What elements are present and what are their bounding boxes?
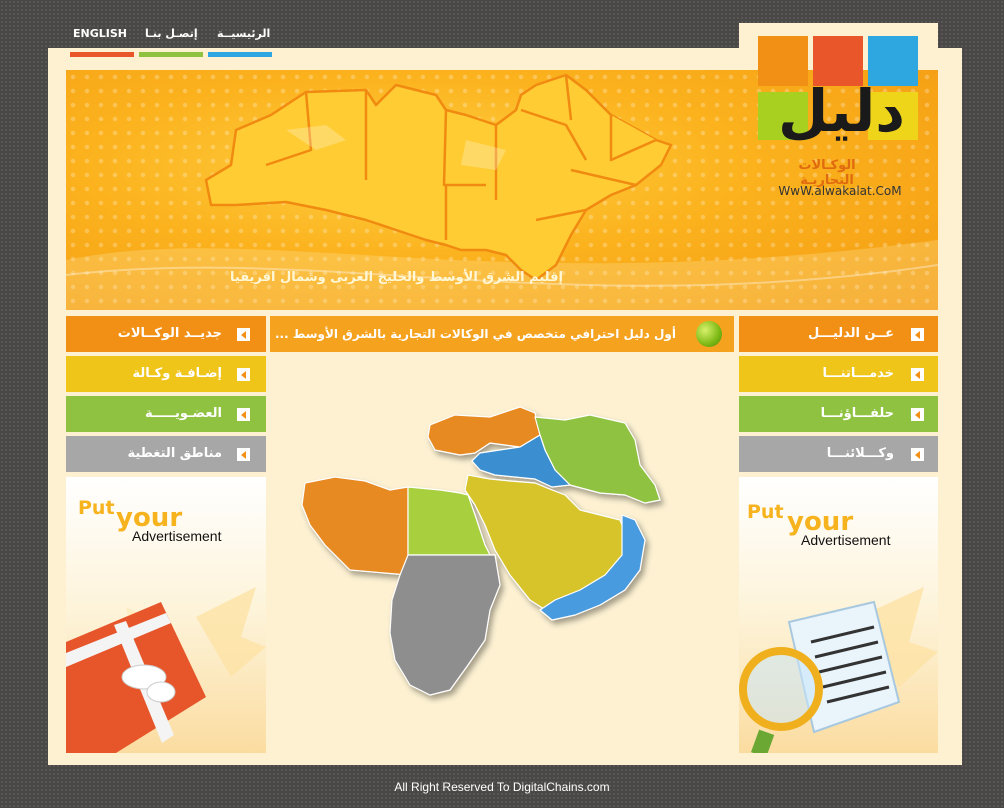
- menu-label: العضـويـــــة: [144, 406, 222, 421]
- arrow-left-icon: [237, 448, 250, 461]
- menu-allies-button[interactable]: حلفـــاؤنـــا: [739, 396, 938, 432]
- right-advertisement-box[interactable]: Put your Advertisement: [739, 477, 938, 753]
- footer-copyright: All Right Reserved To DigitalChains.com: [394, 780, 610, 794]
- menu-label: خدمـــاتنـــا: [822, 366, 894, 381]
- menu-add-agency-button[interactable]: إضـافـة وكـالة: [66, 356, 266, 392]
- menu-coverage-areas-button[interactable]: مناطق التغطية: [66, 436, 266, 472]
- nav-underline-english: [70, 52, 134, 57]
- gift-box-icon: [66, 602, 206, 753]
- logo-wordmark: دليل: [778, 77, 905, 145]
- menu-label: حلفـــاؤنـــا: [820, 406, 894, 421]
- menu-label: جديــد الوكــالات: [117, 326, 222, 341]
- menu-about-button[interactable]: عــن الدليـــل: [739, 316, 938, 352]
- magnifier-document-icon: [739, 600, 901, 753]
- news-ticker: أول دليل احترافي متخصص في الوكالات التجا…: [270, 316, 734, 352]
- contact-link[interactable]: إتصـل بنـا: [145, 27, 198, 40]
- menu-label: عــن الدليـــل: [808, 326, 894, 341]
- arrow-left-icon: [911, 328, 924, 341]
- menu-label: إضـافـة وكـالة: [132, 366, 222, 381]
- menu-label: وكـــلائنـــا: [826, 446, 894, 461]
- ticker-text: أول دليل احترافي متخصص في الوكالات التجا…: [274, 327, 676, 341]
- arrow-left-icon: [237, 408, 250, 421]
- globe-icon: [696, 321, 722, 347]
- arrow-left-icon: [911, 368, 924, 381]
- arrow-left-icon: [237, 368, 250, 381]
- arrow-left-icon: [911, 408, 924, 421]
- menu-membership-button[interactable]: العضـويـــــة: [66, 396, 266, 432]
- banner-caption: إقليم الشرق الأوسط والخليج العربى وشمال …: [230, 270, 563, 285]
- menu-agents-button[interactable]: وكـــلائنـــا: [739, 436, 938, 472]
- nav-underline-home: [208, 52, 272, 57]
- logo-url: WwW.alwakalat.CoM: [778, 184, 902, 198]
- nav-underline-contact: [139, 52, 203, 57]
- english-link[interactable]: ENGLISH: [73, 27, 127, 40]
- middle-east-map: [301, 406, 661, 696]
- home-link[interactable]: الرئيسيــة: [217, 27, 270, 40]
- left-advertisement-box[interactable]: Put your Advertisement: [66, 477, 266, 753]
- arrow-left-icon: [237, 328, 250, 341]
- menu-services-button[interactable]: خدمـــاتنـــا: [739, 356, 938, 392]
- menu-label: مناطق التغطية: [127, 446, 222, 461]
- arrow-left-icon: [911, 448, 924, 461]
- menu-new-agencies-button[interactable]: جديــد الوكــالات: [66, 316, 266, 352]
